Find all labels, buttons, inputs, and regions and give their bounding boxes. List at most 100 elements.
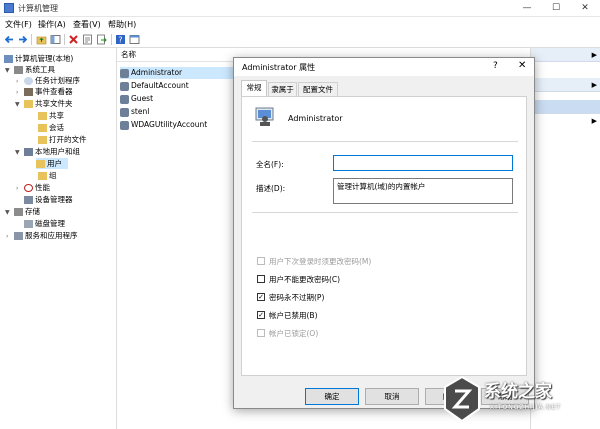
tree-item-label: 组 <box>49 171 57 180</box>
maximize-button[interactable]: ☐ <box>541 1 571 15</box>
context-help-button[interactable]: ? <box>493 61 498 71</box>
checkbox-must-change-password[interactable] <box>257 257 265 265</box>
device-manager-icon <box>24 196 33 204</box>
tree-item-label: 设备管理器 <box>35 195 73 204</box>
checkbox-label: 用户不能更改密码(C) <box>269 275 341 284</box>
tree-item-root[interactable]: 计算机管理(本地) <box>4 53 73 64</box>
chevron-right-icon: ▶ <box>591 117 597 125</box>
tree-item-task-scheduler[interactable]: 任务计划程序 <box>24 75 80 86</box>
user-icon <box>120 107 129 117</box>
folder-icon <box>38 136 47 144</box>
checkbox-label: 帐户已禁用(B) <box>269 311 318 320</box>
actions-more[interactable]: ▶ <box>531 78 600 92</box>
back-icon[interactable] <box>4 34 15 45</box>
description-label: 描述(D): <box>256 184 286 193</box>
watermark-url: XITONGZHIJIA.NET <box>490 404 562 411</box>
tree-item-storage[interactable]: 存储 <box>14 206 40 217</box>
tree-item-label: 共享 <box>49 111 64 120</box>
chevron-down-icon[interactable]: ▼ <box>15 149 20 156</box>
tree-item-label: 共享文件夹 <box>35 99 73 108</box>
checkbox-password-never-expires[interactable]: ✓ <box>257 293 265 301</box>
fullname-input[interactable] <box>333 155 513 171</box>
general-panel: Administrator 全名(F): 描述(D): 管理计算机(域)的内置帐… <box>241 96 527 376</box>
menu-help[interactable]: 帮助(H) <box>108 19 136 30</box>
toolbar-separator <box>111 34 112 45</box>
menu-action[interactable]: 操作(A) <box>38 19 66 30</box>
help-icon[interactable]: ? <box>115 34 126 45</box>
menu-file[interactable]: 文件(F) <box>5 19 32 30</box>
close-button[interactable]: ✕ <box>570 1 600 15</box>
account-name: Administrator <box>288 114 343 123</box>
chevron-right-icon[interactable]: › <box>6 233 8 240</box>
show-hide-tree-icon[interactable] <box>50 34 61 45</box>
tree-item-label: 会话 <box>49 123 64 132</box>
tree-item-event-viewer[interactable]: 事件查看器 <box>24 86 73 97</box>
users-icon <box>24 148 33 156</box>
tree-item-system-tools[interactable]: 系统工具 <box>14 64 55 75</box>
ok-button[interactable]: 确定 <box>305 388 359 405</box>
chevron-down-icon[interactable]: ▼ <box>15 101 20 108</box>
storage-icon <box>14 208 23 216</box>
chevron-right-icon[interactable]: › <box>16 78 18 85</box>
dialog-close-button[interactable]: ✕ <box>518 60 526 71</box>
checkbox-account-disabled[interactable]: ✓ <box>257 311 265 319</box>
list-item-label: WDAGUtilityAccount <box>131 120 208 129</box>
tree-item-open-files[interactable]: 打开的文件 <box>38 134 87 145</box>
tab-member-of[interactable]: 隶属于 <box>268 82 297 96</box>
actions-more[interactable]: ▶ <box>531 114 600 128</box>
properties-icon[interactable] <box>82 34 93 45</box>
tree-item-users[interactable]: 用户 <box>36 158 68 169</box>
tree-item-label: 存储 <box>25 207 40 216</box>
tree-item-sessions[interactable]: 会话 <box>38 122 64 133</box>
tree-item-disk-management[interactable]: 磁盘管理 <box>24 218 65 229</box>
chevron-right-icon: ▶ <box>591 51 597 59</box>
user-account-icon <box>255 107 274 126</box>
minimize-button[interactable]: — <box>512 1 542 15</box>
tree-item-performance[interactable]: 性能 <box>24 182 50 193</box>
chevron-down-icon[interactable]: ▼ <box>5 209 10 216</box>
menu-view[interactable]: 查看(V) <box>73 19 101 30</box>
actions-selected-header[interactable] <box>531 100 600 114</box>
chevron-right-icon[interactable]: › <box>16 185 18 192</box>
tree-item-device-manager[interactable]: 设备管理器 <box>24 194 73 205</box>
computer-icon <box>4 55 13 63</box>
tree-item-local-users-groups[interactable]: 本地用户和组 <box>24 146 80 157</box>
console-icon[interactable] <box>129 34 140 45</box>
tree-item-groups[interactable]: 组 <box>38 170 57 181</box>
cancel-button[interactable]: 取消 <box>365 388 419 405</box>
folder-icon <box>38 172 47 180</box>
chevron-down-icon[interactable]: ▼ <box>5 67 10 74</box>
list-item-stenl[interactable]: stenl <box>120 106 149 118</box>
checkbox-cannot-change-password[interactable] <box>257 275 265 283</box>
column-header-name[interactable]: 名称 <box>117 48 235 62</box>
description-input[interactable]: 管理计算机(域)的内置帐户 <box>333 178 513 204</box>
tree-item-shared-folders[interactable]: 共享文件夹 <box>24 98 73 109</box>
tree-item-label: 计算机管理(本地) <box>15 54 74 63</box>
export-icon[interactable] <box>96 34 107 45</box>
list-item-defaultaccount[interactable]: DefaultAccount <box>120 80 189 92</box>
svg-text:?: ? <box>118 36 122 45</box>
tab-profile[interactable]: 配置文件 <box>298 82 338 96</box>
actions-header[interactable]: ▶ <box>531 48 600 62</box>
checkbox-account-locked[interactable] <box>257 329 265 337</box>
performance-icon <box>24 184 33 192</box>
tab-general[interactable]: 常规 <box>241 80 267 96</box>
list-item-administrator[interactable]: Administrator <box>120 67 235 79</box>
delete-icon[interactable] <box>68 34 79 45</box>
list-item-wdagutilityaccount[interactable]: WDAGUtilityAccount <box>120 119 207 131</box>
user-icon <box>120 94 129 104</box>
chevron-right-icon[interactable]: › <box>16 89 18 96</box>
tools-icon <box>14 66 23 74</box>
toolbar: ? <box>0 31 600 48</box>
tree-item-label: 打开的文件 <box>49 135 87 144</box>
list-item-guest[interactable]: Guest <box>120 93 153 105</box>
tree-item-services-apps[interactable]: 服务和应用程序 <box>14 230 78 241</box>
divider <box>252 212 518 213</box>
tree-item-label: 服务和应用程序 <box>25 231 78 240</box>
event-viewer-icon <box>24 88 33 96</box>
tree-item-shares[interactable]: 共享 <box>38 110 64 121</box>
checkbox-label: 密码永不过期(P) <box>269 293 325 302</box>
folder-up-icon[interactable] <box>36 34 47 45</box>
watermark-text: 系统之家 <box>484 382 552 402</box>
forward-icon[interactable] <box>17 34 28 45</box>
